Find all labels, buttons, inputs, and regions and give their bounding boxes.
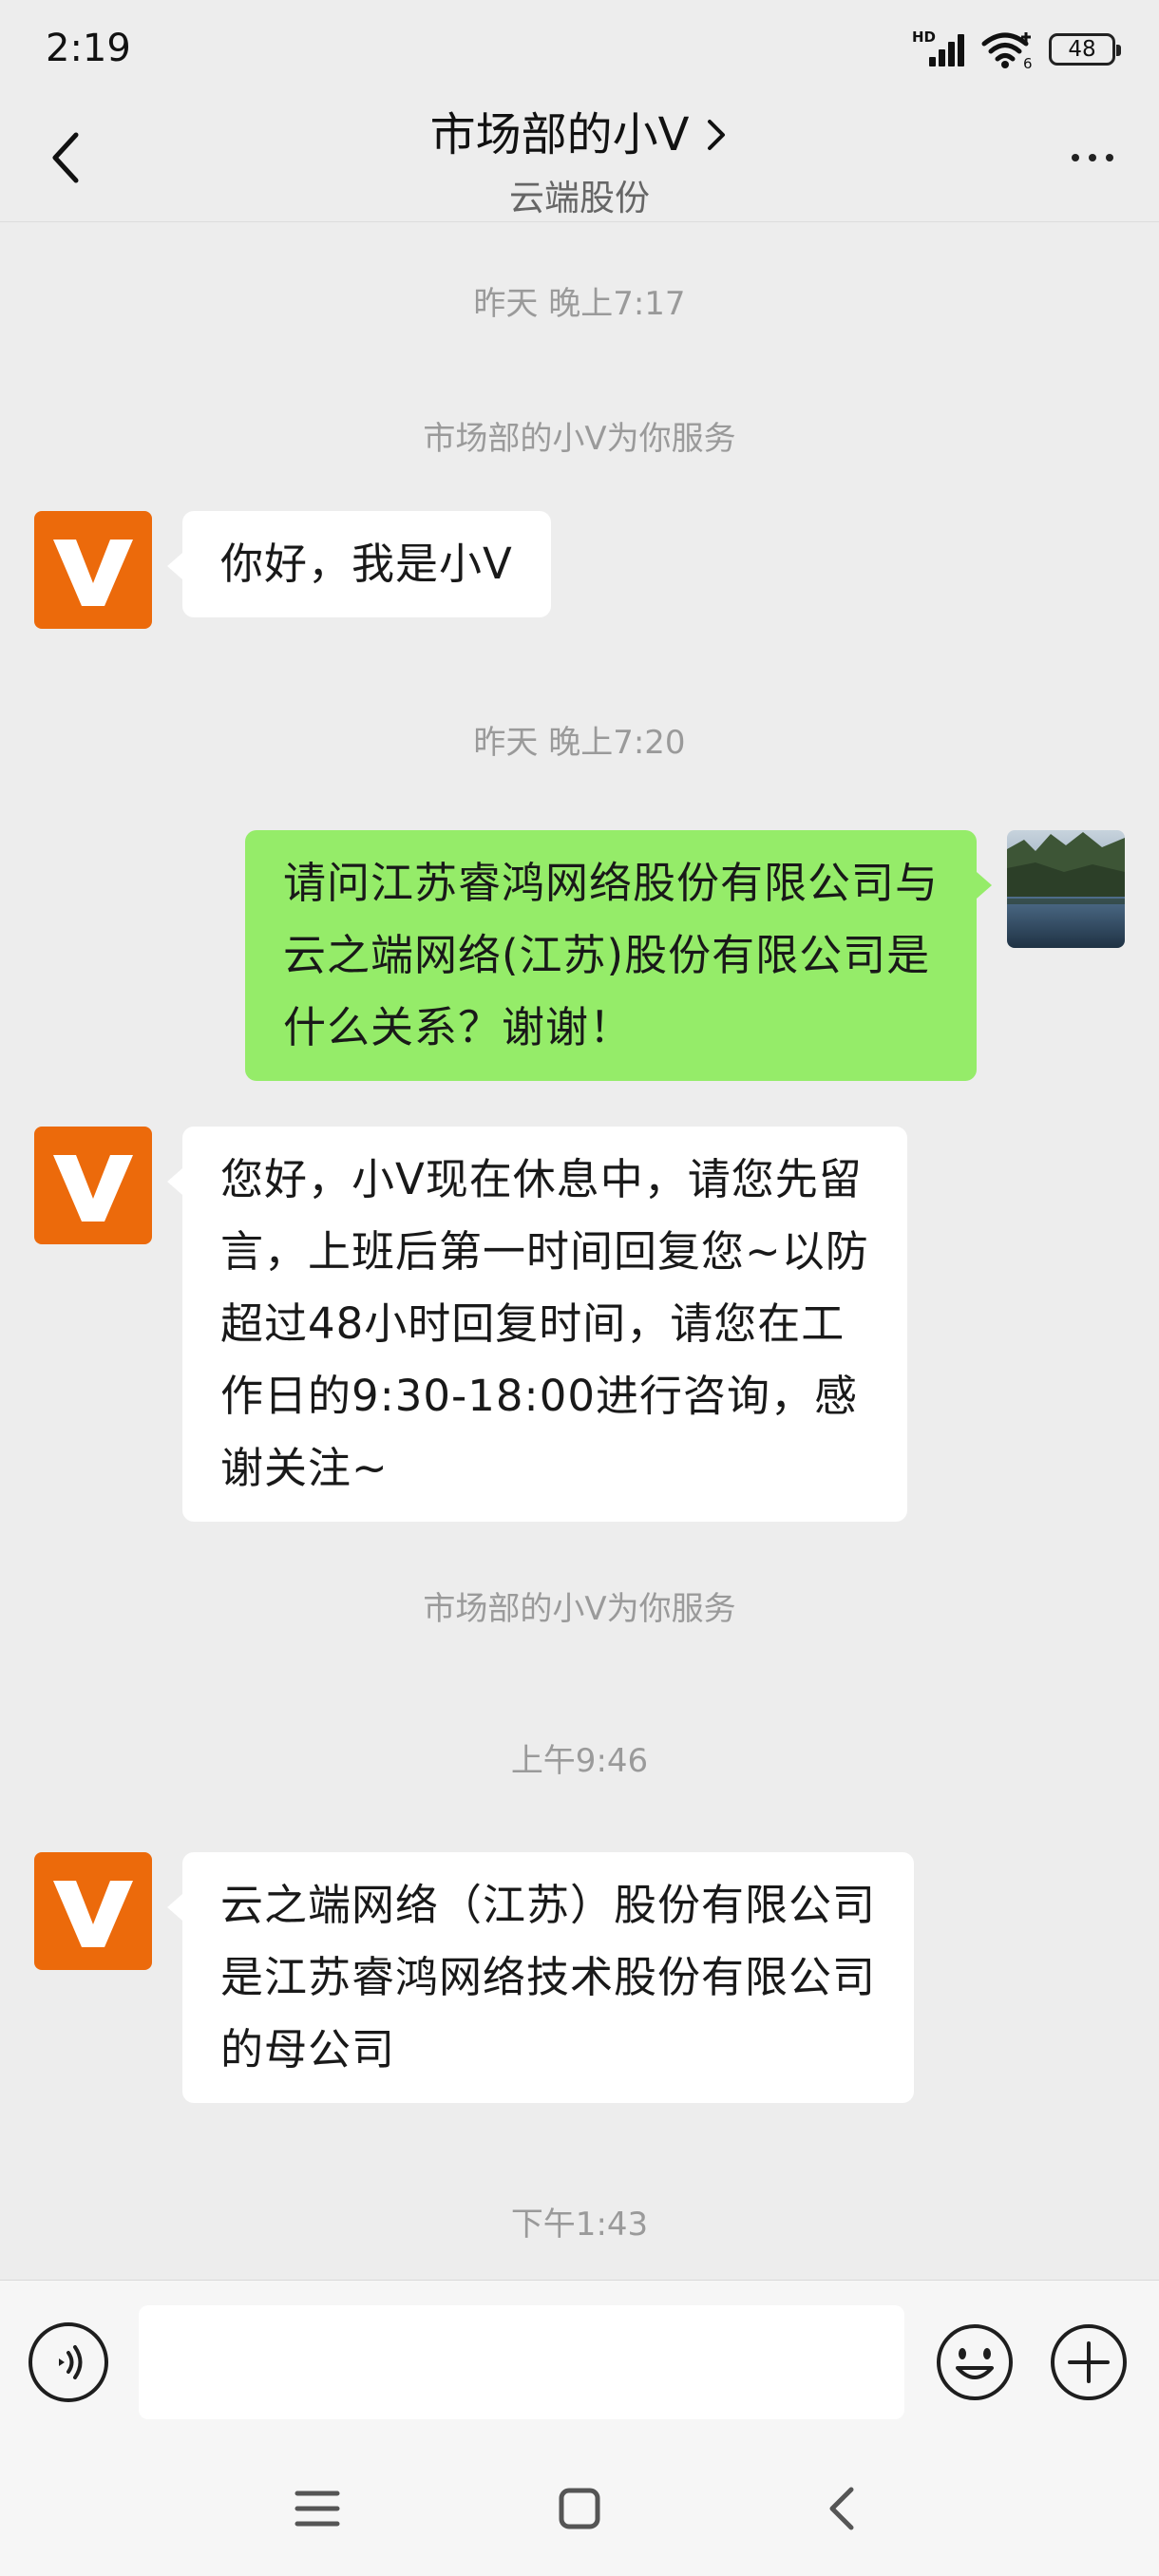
input-bar	[0, 2280, 1159, 2441]
service-notice: 市场部的小V为你服务	[423, 1590, 736, 1628]
wifi-badge: 6	[1023, 55, 1033, 70]
message-line: 您好，小V现在休息中，请您先留	[220, 1154, 863, 1204]
message-line: 请问江苏睿鸿网络股份有限公司与	[282, 858, 939, 908]
landscape-photo	[1007, 830, 1125, 948]
voice-button[interactable]	[28, 2322, 108, 2402]
system-nav-bar	[0, 2441, 1159, 2576]
more-icon	[1072, 154, 1079, 161]
v-logo-icon	[53, 540, 133, 606]
status-time: 2:19	[46, 27, 131, 70]
more-functions-button[interactable]	[1049, 2322, 1129, 2402]
agent-avatar[interactable]	[34, 511, 152, 629]
chevron-right-icon	[708, 120, 726, 150]
message-bubble[interactable]: 请问江苏睿鸿网络股份有限公司与 云之端网络(江苏)股份有限公司是 什么关系？谢谢…	[244, 830, 993, 1081]
message-line: 谢关注~	[220, 1443, 389, 1493]
agent-avatar[interactable]	[34, 1127, 152, 1244]
voice-icon	[59, 2345, 83, 2379]
home-button[interactable]	[542, 2475, 618, 2542]
message-line: 超过48小时回复时间，请您在工	[220, 1298, 846, 1349]
system-back-button[interactable]	[804, 2475, 880, 2542]
more-button[interactable]	[1054, 129, 1130, 186]
message-line: 言，上班后第一时间回复您~以防	[220, 1226, 869, 1277]
status-icons: HD 6 48	[912, 28, 1121, 70]
back-triangle-icon	[829, 2487, 854, 2530]
chat-title: 市场部的小V	[429, 108, 690, 161]
message-bubble[interactable]: 你好，我是小V	[167, 511, 551, 617]
message-bubble[interactable]: 您好，小V现在休息中，请您先留 言，上班后第一时间回复您~以防 超过48小时回复…	[167, 1127, 907, 1522]
chat-area[interactable]: 昨天 晚上7:17 市场部的小V为你服务 你好，我是小V 昨天 晚上7:20 请…	[0, 222, 1159, 2280]
menu-icon	[294, 2491, 340, 2527]
timestamp: 昨天 晚上7:17	[473, 285, 686, 323]
agent-avatar[interactable]	[34, 1852, 152, 1970]
emoji-icon	[937, 2324, 1013, 2400]
message-line: 的母公司	[220, 2024, 396, 2074]
message-line: 云之端网络(江苏)股份有限公司是	[282, 930, 931, 980]
battery-icon: 48	[1049, 33, 1121, 66]
network-label: HD	[912, 28, 937, 46]
timestamp: 下午1:43	[510, 2206, 649, 2244]
emoji-button[interactable]	[935, 2322, 1015, 2402]
message-line: 你好，我是小V	[220, 539, 513, 589]
battery-level: 48	[1068, 37, 1096, 62]
v-logo-icon	[53, 1155, 133, 1222]
chat-subtitle: 云端股份	[509, 178, 650, 218]
timestamp: 上午9:46	[510, 1742, 649, 1780]
message-bubble[interactable]: 云之端网络（江苏）股份有限公司 是江苏睿鸿网络技术股份有限公司 的母公司	[166, 1852, 915, 2103]
signal-icon: HD	[912, 28, 967, 70]
my-avatar[interactable]	[1007, 830, 1125, 948]
recent-apps-button[interactable]	[279, 2475, 355, 2542]
title-block[interactable]: 市场部的小V 云端股份	[0, 95, 1159, 220]
message-line: 云之端网络（江苏）股份有限公司	[220, 1880, 877, 1930]
service-notice: 市场部的小V为你服务	[423, 420, 736, 458]
message-input[interactable]	[139, 2305, 904, 2419]
message-line: 是江苏睿鸿网络技术股份有限公司	[220, 1952, 877, 2002]
home-square-icon	[559, 2488, 600, 2529]
wifi-icon: 6	[981, 32, 1033, 70]
status-bar: 2:19 HD 6 48	[0, 0, 1159, 95]
message-line: 作日的9:30-18:00进行咨询，感	[220, 1371, 858, 1421]
message-line: 什么关系？谢谢！	[282, 1002, 633, 1052]
chat-header: 市场部的小V 云端股份	[0, 95, 1159, 222]
plus-icon	[1051, 2324, 1127, 2400]
timestamp: 昨天 晚上7:20	[473, 724, 686, 762]
v-logo-icon	[53, 1881, 133, 1947]
